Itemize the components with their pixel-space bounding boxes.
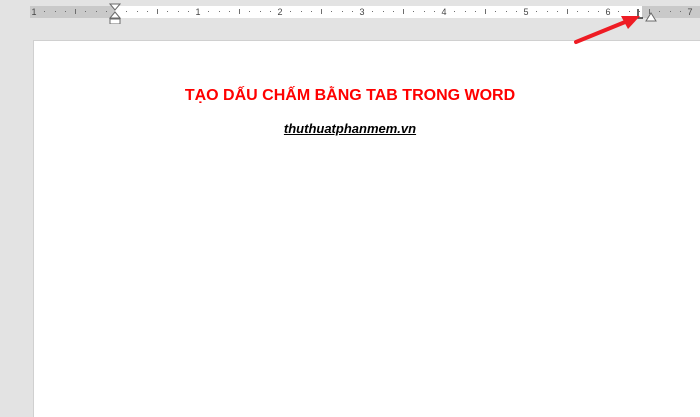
ruler-minor-tick xyxy=(352,11,353,12)
ruler-minor-tick xyxy=(598,11,599,12)
ruler-minor-tick xyxy=(629,11,630,12)
ruler-number: 6 xyxy=(605,7,611,17)
ruler-minor-tick xyxy=(547,11,548,12)
ruler-half-tick xyxy=(485,9,486,14)
ruler-minor-tick xyxy=(342,11,343,12)
ruler-left-margin xyxy=(30,6,115,18)
ruler-minor-tick xyxy=(290,11,291,12)
ruler-half-tick xyxy=(157,9,158,14)
ruler-number: 1 xyxy=(195,7,201,17)
ruler-minor-tick xyxy=(260,11,261,12)
ruler-minor-tick xyxy=(577,11,578,12)
ruler-minor-tick xyxy=(178,11,179,12)
tab-stop-icon[interactable] xyxy=(636,7,644,25)
ruler-half-tick xyxy=(321,9,322,14)
ruler-minor-tick xyxy=(229,11,230,12)
ruler-minor-tick xyxy=(506,11,507,12)
ruler-minor-tick xyxy=(557,11,558,12)
document-subtitle-link[interactable]: thuthuatphanmem.vn xyxy=(0,121,700,137)
horizontal-ruler[interactable]: 1 1 2 3 4 5 6 7 xyxy=(0,0,700,25)
ruler-number: 4 xyxy=(441,7,447,17)
ruler-minor-tick xyxy=(249,11,250,12)
ruler-minor-tick xyxy=(147,11,148,12)
ruler-minor-tick xyxy=(372,11,373,12)
document-title[interactable]: TẠO DẤU CHẤM BẰNG TAB TRONG WORD xyxy=(0,86,700,106)
ruler-minor-tick xyxy=(126,11,127,12)
ruler-minor-tick xyxy=(44,11,45,12)
ruler-minor-tick xyxy=(383,11,384,12)
ruler-minor-tick xyxy=(188,11,189,12)
ruler-half-tick xyxy=(403,9,404,14)
ruler-minor-tick xyxy=(536,11,537,12)
ruler-minor-tick xyxy=(670,11,671,12)
ruler-number: 7 xyxy=(687,7,693,17)
ruler-minor-tick xyxy=(331,11,332,12)
ruler-minor-tick xyxy=(96,11,97,12)
ruler-minor-tick xyxy=(393,11,394,12)
ruler-minor-tick xyxy=(680,11,681,12)
ruler-minor-tick xyxy=(659,11,660,12)
ruler-minor-tick xyxy=(516,11,517,12)
ruler-minor-tick xyxy=(137,11,138,12)
ruler-minor-tick xyxy=(167,11,168,12)
ruler-minor-tick xyxy=(208,11,209,12)
ruler-minor-tick xyxy=(301,11,302,12)
ruler-minor-tick xyxy=(495,11,496,12)
ruler-minor-tick xyxy=(106,11,107,12)
ruler-minor-tick xyxy=(413,11,414,12)
ruler-number: 5 xyxy=(523,7,529,17)
ruler-minor-tick xyxy=(219,11,220,12)
ruler-minor-tick xyxy=(465,11,466,12)
ruler-minor-tick xyxy=(65,11,66,12)
ruler-half-tick xyxy=(75,9,76,14)
document-workspace xyxy=(0,24,700,417)
ruler-number: 1 xyxy=(31,7,37,17)
ruler-minor-tick xyxy=(588,11,589,12)
ruler-minor-tick xyxy=(618,11,619,12)
ruler-minor-tick xyxy=(454,11,455,12)
ruler-number: 2 xyxy=(277,7,283,17)
ruler-minor-tick xyxy=(85,11,86,12)
ruler-minor-tick xyxy=(55,11,56,12)
ruler-half-tick xyxy=(567,9,568,14)
ruler-number: 3 xyxy=(359,7,365,17)
ruler-minor-tick xyxy=(475,11,476,12)
ruler-half-tick xyxy=(239,9,240,14)
ruler-minor-tick xyxy=(434,11,435,12)
ruler-minor-tick xyxy=(311,11,312,12)
ruler-minor-tick xyxy=(270,11,271,12)
ruler-minor-tick xyxy=(424,11,425,12)
